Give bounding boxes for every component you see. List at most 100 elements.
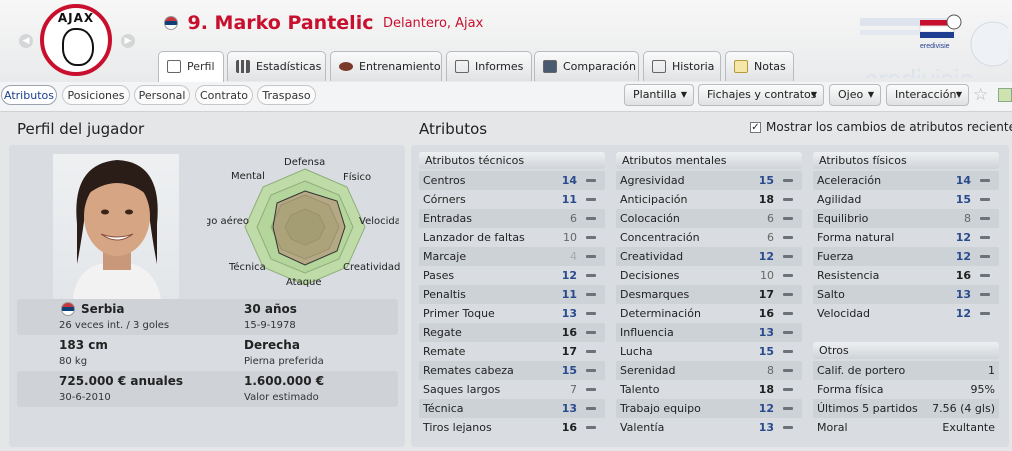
date-of-birth: 15-9-1978 bbox=[244, 320, 296, 331]
attribute-row[interactable]: Técnica 13 bbox=[419, 399, 605, 418]
tab-perfil[interactable]: Perfil bbox=[158, 51, 224, 82]
no-change-icon bbox=[586, 236, 596, 239]
plantilla-dropdown[interactable]: Plantilla ▼ bbox=[624, 84, 694, 106]
no-change-icon bbox=[783, 388, 793, 391]
info-row-height-foot: 183 cm 80 kg Derecha Pierna preferida bbox=[17, 335, 398, 371]
back-arrow-icon[interactable]: ◀ bbox=[19, 34, 33, 48]
attribute-row[interactable]: Penaltis 11 bbox=[419, 285, 605, 304]
attribute-row[interactable]: Remates cabeza 15 bbox=[419, 361, 605, 380]
attribute-name: Salto bbox=[817, 288, 845, 301]
attribute-name: Forma natural bbox=[817, 231, 895, 244]
no-change-icon bbox=[980, 217, 990, 220]
no-change-icon bbox=[783, 350, 793, 353]
tab-informes[interactable]: Informes bbox=[446, 51, 532, 81]
tab-estadisticas[interactable]: Estadísticas bbox=[227, 51, 326, 81]
attribute-row[interactable]: Tiros lejanos 16 bbox=[419, 418, 605, 437]
no-change-icon bbox=[980, 198, 990, 201]
attribute-row[interactable]: Determinación 16 bbox=[616, 304, 802, 323]
caret-down-icon: ▼ bbox=[810, 90, 817, 99]
attribute-row[interactable]: Influencia 13 bbox=[616, 323, 802, 342]
attribute-row[interactable]: Valentía 13 bbox=[616, 418, 802, 437]
attribute-value: 16 bbox=[561, 421, 577, 434]
otros-value: 95% bbox=[970, 383, 995, 396]
attribute-row[interactable]: Pases 12 bbox=[419, 266, 605, 285]
attribute-row[interactable]: Resistencia 16 bbox=[813, 266, 999, 285]
tab-entrenamiento[interactable]: Entrenamiento bbox=[330, 51, 442, 81]
attribute-row[interactable]: Primer Toque 13 bbox=[419, 304, 605, 323]
player-header: ◀ AJAX ▶ 9. Marko Pantelic Delantero, Aj… bbox=[0, 0, 1012, 94]
no-change-icon bbox=[783, 407, 793, 410]
no-change-icon bbox=[980, 255, 990, 258]
attribute-value: 15 bbox=[758, 345, 774, 358]
attribute-row[interactable]: Córners 11 bbox=[419, 190, 605, 209]
reports-icon bbox=[455, 60, 469, 73]
star-icon[interactable]: ☆ bbox=[973, 85, 988, 105]
attribute-row[interactable]: Lanzador de faltas 10 bbox=[419, 228, 605, 247]
no-change-icon bbox=[586, 369, 596, 372]
attribute-name: Colocación bbox=[620, 212, 680, 225]
caret-down-icon: ▼ bbox=[867, 90, 874, 99]
attribute-name: Lanzador de faltas bbox=[423, 231, 525, 244]
subtab-personal[interactable]: Personal bbox=[134, 85, 190, 105]
caret-down-icon: ▼ bbox=[680, 90, 687, 99]
forward-arrow-icon[interactable]: ▶ bbox=[121, 34, 135, 48]
attribute-row[interactable]: Aceleración 14 bbox=[813, 171, 999, 190]
ojeo-dropdown[interactable]: Ojeo ▼ bbox=[829, 84, 881, 106]
attribute-row[interactable]: Agilidad 15 bbox=[813, 190, 999, 209]
tab-label: Notas bbox=[754, 60, 786, 73]
radar-label-mental: Mental bbox=[231, 171, 265, 182]
tab-comparacion[interactable]: Comparación bbox=[534, 51, 639, 81]
attribute-row[interactable]: Remate 17 bbox=[419, 342, 605, 361]
attribute-row[interactable]: Velocidad 12 bbox=[813, 304, 999, 323]
player-position-club: Delantero, Ajax bbox=[382, 15, 484, 31]
subtab-atributos[interactable]: Atributos bbox=[1, 85, 57, 105]
attribute-row[interactable]: Marcaje 4 bbox=[419, 247, 605, 266]
attribute-row[interactable]: Entradas 6 bbox=[419, 209, 605, 228]
attribute-value: 11 bbox=[561, 193, 577, 206]
attribute-row[interactable]: Anticipación 18 bbox=[616, 190, 802, 209]
tab-notas[interactable]: Notas bbox=[725, 51, 794, 81]
subtab-posiciones[interactable]: Posiciones bbox=[62, 85, 130, 105]
show-changes-checkbox[interactable]: ✓ bbox=[750, 122, 761, 133]
attribute-row[interactable]: Concentración 6 bbox=[616, 228, 802, 247]
no-change-icon bbox=[783, 255, 793, 258]
attribute-row[interactable]: Creatividad 12 bbox=[616, 247, 802, 266]
attribute-value: 12 bbox=[758, 402, 774, 415]
attribute-row[interactable]: Centros 14 bbox=[419, 171, 605, 190]
attribute-row[interactable]: Agresividad 15 bbox=[616, 171, 802, 190]
nation-value: Serbia bbox=[81, 302, 125, 316]
attribute-row[interactable]: Serenidad 8 bbox=[616, 361, 802, 380]
attribute-row[interactable]: Talento 18 bbox=[616, 380, 802, 399]
no-change-icon bbox=[586, 388, 596, 391]
interaccion-dropdown[interactable]: Interacción ▼ bbox=[886, 84, 969, 106]
caret-down-icon: ▼ bbox=[955, 90, 962, 99]
add-note-icon[interactable] bbox=[998, 88, 1012, 102]
attribute-row[interactable]: Colocación 6 bbox=[616, 209, 802, 228]
player-photo-image bbox=[73, 160, 161, 300]
subtab-contrato[interactable]: Contrato bbox=[195, 85, 253, 105]
subtab-traspaso[interactable]: Traspaso bbox=[257, 85, 316, 105]
attribute-row[interactable]: Decisiones 10 bbox=[616, 266, 802, 285]
dropdown-label: Interacción bbox=[895, 88, 957, 101]
attribute-value: 6 bbox=[767, 212, 774, 225]
attribute-row[interactable]: Fuerza 12 bbox=[813, 247, 999, 266]
info-row-nation-age: Serbia 26 veces int. / 3 goles 30 años 1… bbox=[17, 299, 398, 335]
tab-label: Informes bbox=[475, 60, 524, 73]
attribute-value: 17 bbox=[758, 288, 774, 301]
attribute-value: 13 bbox=[758, 326, 774, 339]
attribute-row[interactable]: Desmarques 17 bbox=[616, 285, 802, 304]
attribute-row[interactable]: Forma natural 12 bbox=[813, 228, 999, 247]
no-change-icon bbox=[980, 312, 990, 315]
attribute-row[interactable]: Saques largos 7 bbox=[419, 380, 605, 399]
attribute-name: Serenidad bbox=[620, 364, 676, 377]
attribute-row[interactable]: Lucha 15 bbox=[616, 342, 802, 361]
fichajes-dropdown[interactable]: Fichajes y contratos ▼ bbox=[698, 84, 824, 106]
no-change-icon bbox=[783, 179, 793, 182]
attribute-row[interactable]: Equilibrio 8 bbox=[813, 209, 999, 228]
attribute-row[interactable]: Salto 13 bbox=[813, 285, 999, 304]
tab-historia[interactable]: Historia bbox=[643, 51, 721, 81]
no-change-icon bbox=[586, 350, 596, 353]
no-change-icon bbox=[586, 274, 596, 277]
attribute-row[interactable]: Trabajo equipo 12 bbox=[616, 399, 802, 418]
attribute-row[interactable]: Regate 16 bbox=[419, 323, 605, 342]
